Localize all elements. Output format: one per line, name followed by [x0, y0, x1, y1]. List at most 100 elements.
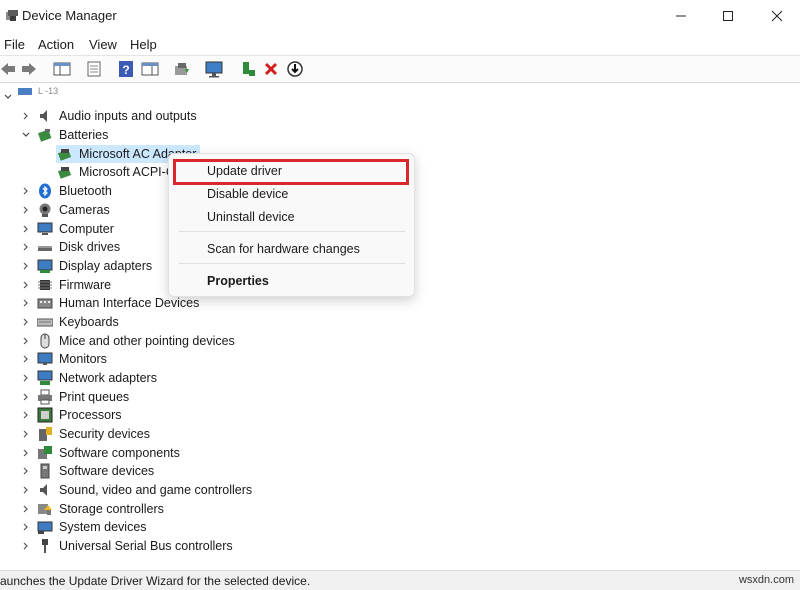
category-print-queues[interactable]: Print queues	[59, 390, 129, 404]
chevron-right-icon[interactable]	[21, 373, 31, 383]
close-button[interactable]	[754, 0, 800, 32]
console-tree-icon	[53, 62, 71, 76]
help-button[interactable]: ?	[116, 59, 136, 79]
show-hide-console-tree-button[interactable]	[52, 59, 72, 79]
chevron-right-icon[interactable]	[21, 354, 31, 364]
menu-item-update-driver[interactable]: Update driver	[207, 164, 282, 178]
menu-item-disable-device[interactable]: Disable device	[207, 187, 288, 201]
category-batteries[interactable]: Batteries	[59, 128, 108, 142]
chevron-right-icon[interactable]	[21, 317, 31, 327]
chevron-right-icon[interactable]	[21, 448, 31, 458]
category-sound-video-game-controllers[interactable]: Sound, video and game controllers	[59, 483, 252, 497]
menu-item-properties[interactable]: Properties	[207, 274, 269, 288]
chevron-right-icon[interactable]	[21, 410, 31, 420]
action-pane-button[interactable]	[140, 59, 160, 79]
battery-icon	[37, 129, 52, 142]
menu-item-scan-hardware-changes[interactable]: Scan for hardware changes	[207, 242, 360, 256]
chevron-right-icon[interactable]	[21, 224, 31, 234]
category-human-interface-devices[interactable]: Human Interface Devices	[59, 296, 199, 310]
camera-icon	[39, 203, 51, 217]
chevron-right-icon[interactable]	[21, 186, 31, 196]
menu-file[interactable]: File	[4, 37, 25, 52]
status-bar: aunches the Update Driver Wizard for the…	[0, 570, 800, 590]
usb-icon	[42, 539, 48, 553]
category-security-devices[interactable]: Security devices	[59, 427, 150, 441]
chevron-down-icon[interactable]	[21, 130, 31, 140]
menu-bar: File Action View Help	[0, 34, 800, 54]
category-mice-pointing-devices[interactable]: Mice and other pointing devices	[59, 334, 235, 348]
back-button[interactable]	[0, 59, 18, 79]
category-audio-inputs-outputs[interactable]: Audio inputs and outputs	[59, 109, 197, 123]
monitor-scan-icon	[205, 61, 223, 78]
firmware-chip-icon	[38, 280, 52, 290]
properties-page-icon	[87, 61, 101, 77]
category-firmware[interactable]: Firmware	[59, 278, 111, 292]
menu-separator	[179, 231, 405, 232]
forward-button[interactable]	[19, 59, 39, 79]
chevron-right-icon[interactable]	[21, 541, 31, 551]
chevron-right-icon[interactable]	[21, 504, 31, 514]
category-software-devices[interactable]: Software devices	[59, 464, 154, 478]
printer-icon	[38, 389, 52, 405]
status-text: aunches the Update Driver Wizard for the…	[0, 574, 311, 588]
computer-root-icon	[18, 88, 32, 95]
mouse-icon	[40, 333, 50, 349]
uninstall-device-button[interactable]	[261, 59, 281, 79]
keyboard-icon	[37, 318, 53, 327]
menu-help[interactable]: Help	[130, 37, 157, 52]
minimize-button[interactable]	[658, 0, 704, 32]
enable-device-button[interactable]	[238, 59, 258, 79]
category-software-components[interactable]: Software components	[59, 446, 180, 460]
enable-device-icon	[243, 62, 255, 76]
acpi-battery-icon	[57, 167, 72, 179]
category-keyboards[interactable]: Keyboards	[59, 315, 119, 329]
category-cameras[interactable]: Cameras	[59, 203, 110, 217]
window-title: Device Manager	[22, 8, 117, 23]
maximize-button[interactable]	[705, 0, 751, 32]
category-processors[interactable]: Processors	[59, 408, 122, 422]
system-devices-icon	[37, 521, 53, 534]
category-bluetooth[interactable]: Bluetooth	[59, 184, 112, 198]
chevron-right-icon[interactable]	[21, 522, 31, 532]
properties-toolbar-button[interactable]	[84, 59, 104, 79]
software-component-icon	[38, 446, 52, 459]
menu-item-uninstall-device[interactable]: Uninstall device	[207, 210, 295, 224]
menu-view[interactable]: View	[89, 37, 117, 52]
chevron-right-icon[interactable]	[21, 205, 31, 215]
chevron-down-icon[interactable]	[3, 92, 13, 102]
toolbar: ?	[0, 55, 800, 83]
chevron-right-icon[interactable]	[21, 111, 31, 121]
chevron-right-icon[interactable]	[21, 242, 31, 252]
disable-device-button[interactable]	[285, 59, 305, 79]
category-system-devices[interactable]: System devices	[59, 520, 147, 534]
context-menu: Update driver Disable device Uninstall d…	[168, 153, 415, 297]
chevron-right-icon[interactable]	[21, 429, 31, 439]
chevron-right-icon[interactable]	[21, 466, 31, 476]
chevron-right-icon[interactable]	[21, 298, 31, 308]
category-usb-controllers[interactable]: Universal Serial Bus controllers	[59, 539, 233, 553]
chevron-right-icon[interactable]	[21, 336, 31, 346]
network-adapter-icon	[37, 370, 53, 385]
category-computer[interactable]: Computer	[59, 222, 114, 236]
chevron-right-icon[interactable]	[21, 392, 31, 402]
back-arrow-icon	[1, 63, 15, 75]
category-monitors[interactable]: Monitors	[59, 352, 107, 366]
scan-hardware-button[interactable]	[204, 59, 224, 79]
svg-text:?: ?	[122, 63, 129, 77]
menu-action[interactable]: Action	[38, 37, 74, 52]
category-display-adapters[interactable]: Display adapters	[59, 259, 152, 273]
title-bar: Device Manager	[0, 0, 800, 32]
category-network-adapters[interactable]: Network adapters	[59, 371, 157, 385]
device-microsoft-acpi-battery[interactable]: Microsoft ACPI-C	[79, 165, 169, 179]
down-arrow-circle-icon	[287, 61, 303, 77]
update-driver-toolbar-button[interactable]	[172, 59, 192, 79]
chevron-right-icon[interactable]	[21, 261, 31, 271]
bluetooth-icon	[39, 183, 51, 199]
category-disk-drives[interactable]: Disk drives	[59, 240, 120, 254]
root-computer-label[interactable]: L -13	[38, 86, 58, 94]
menu-separator	[179, 263, 405, 264]
update-driver-icon	[175, 63, 189, 75]
chevron-right-icon[interactable]	[21, 485, 31, 495]
category-storage-controllers[interactable]: Storage controllers	[59, 502, 164, 516]
chevron-right-icon[interactable]	[21, 280, 31, 290]
